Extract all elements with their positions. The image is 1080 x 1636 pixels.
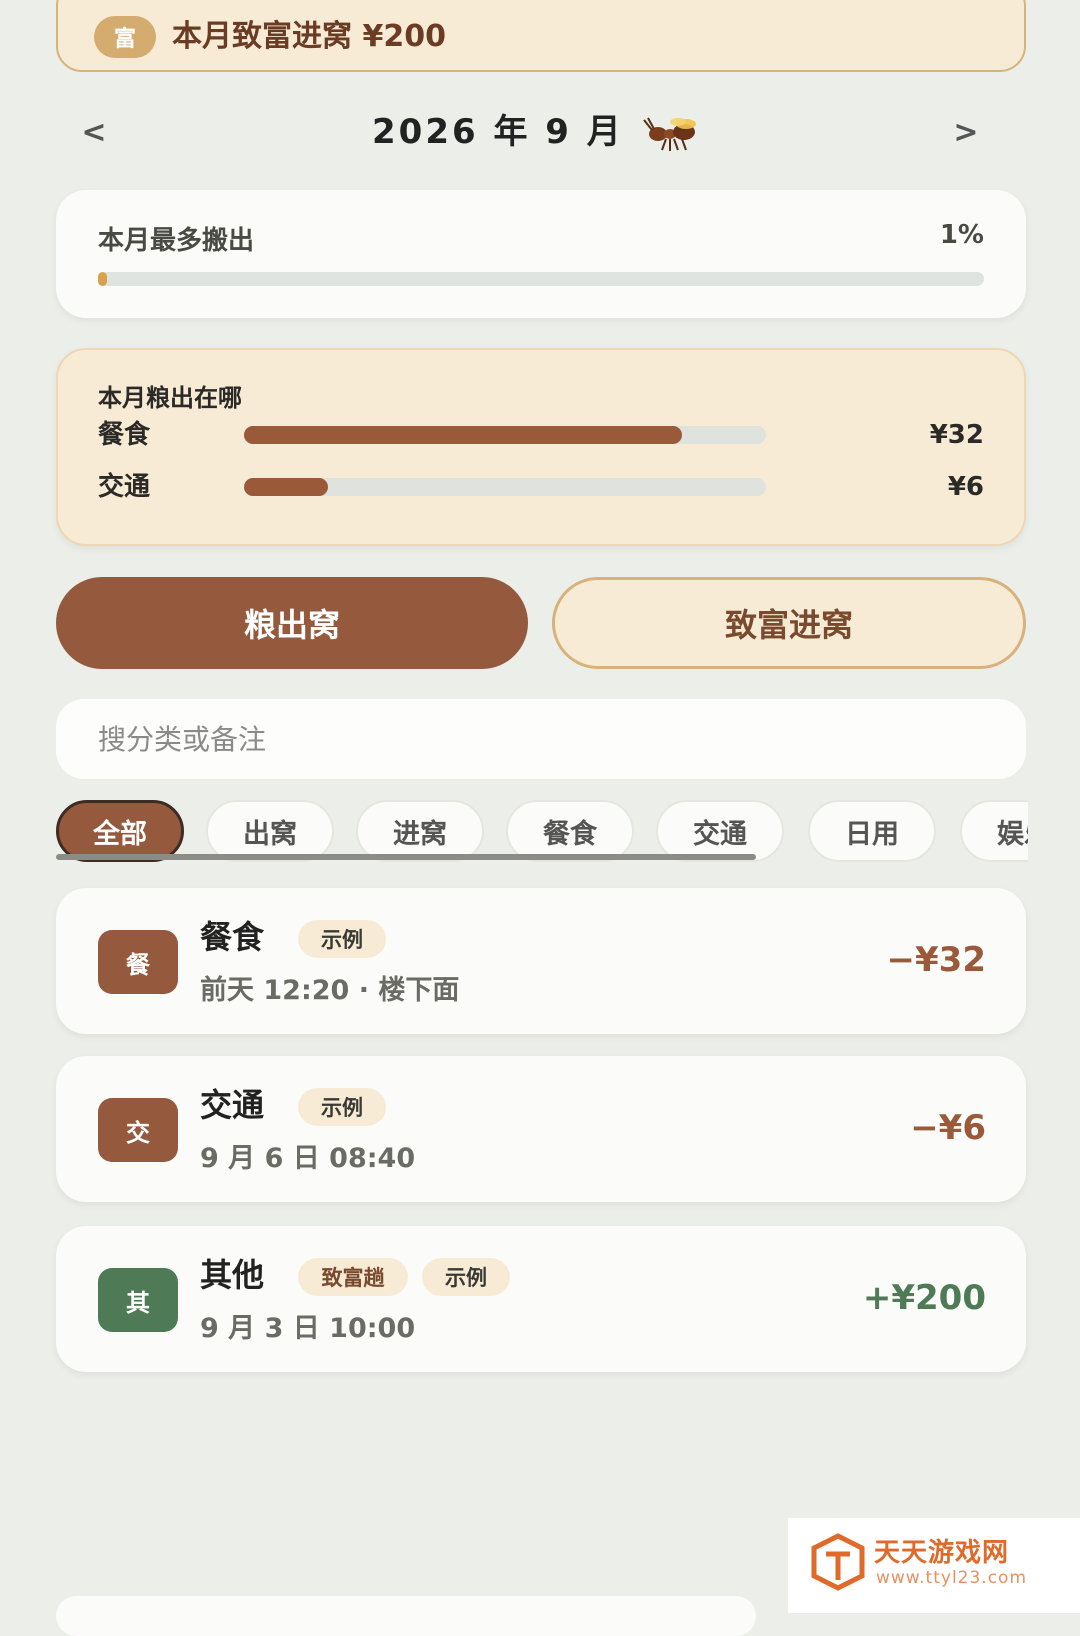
transaction-item[interactable]: 其 其他 致富趟 示例 9 月 3 日 10:00 +¥200 (56, 1226, 1026, 1372)
transaction-amount: +¥200 (862, 1278, 986, 1318)
sample-tag: 示例 (422, 1258, 510, 1296)
chip-entertainment[interactable]: 娱乐 (960, 800, 1028, 862)
wealth-badge: 富 (94, 16, 156, 58)
breakdown-bar-fill (244, 478, 328, 496)
category-icon: 交 (98, 1098, 178, 1162)
chip-scrollbar[interactable] (56, 854, 756, 860)
income-banner: 富 本月致富进窝 ¥200 (56, 0, 1026, 72)
transaction-title: 交通 (200, 1086, 265, 1124)
breakdown-row-label: 餐食 (98, 420, 151, 450)
income-trip-tag: 致富趟 (298, 1258, 408, 1296)
chip-daily[interactable]: 日用 (808, 800, 936, 862)
breakdown-bar-fill (244, 426, 683, 444)
transaction-subtitle: 前天 12:20 · 楼下面 (200, 975, 460, 1006)
watermark-name: 天天游戏网 (874, 1538, 1010, 1568)
top-out-card: 本月最多搬出 1% (56, 190, 1026, 318)
top-out-percent: 1% (939, 220, 984, 250)
chip-transport[interactable]: 交通 (656, 800, 784, 862)
watermark-logo-icon (811, 1533, 865, 1591)
watermark: 天天游戏网 www.ttyl23.com (788, 1518, 1080, 1613)
top-out-label: 本月最多搬出 (98, 226, 255, 256)
transaction-amount: −¥6 (910, 1108, 986, 1148)
month-title: 2026 年 9 月 (372, 112, 624, 152)
chip-out[interactable]: 出窝 (206, 800, 334, 862)
sample-tag: 示例 (298, 1088, 386, 1126)
breakdown-row-label: 交通 (98, 472, 151, 502)
category-icon: 其 (98, 1268, 178, 1332)
breakdown-card: 本月粮出在哪 餐食 ¥32 交通 ¥6 (56, 348, 1026, 546)
breakdown-row-value: ¥6 (947, 472, 984, 502)
chip-in[interactable]: 进窝 (356, 800, 484, 862)
transaction-title: 其他 (200, 1256, 265, 1294)
top-out-progress-track (98, 272, 984, 286)
search-input[interactable] (56, 699, 1026, 779)
prev-month-button[interactable]: < (74, 113, 114, 153)
chip-food[interactable]: 餐食 (506, 800, 634, 862)
breakdown-bar-track (244, 478, 766, 496)
chip-all[interactable]: 全部 (56, 800, 184, 862)
breakdown-title: 本月粮出在哪 (98, 384, 242, 412)
add-income-button[interactable]: 致富进窝 (552, 577, 1026, 669)
transaction-subtitle: 9 月 3 日 10:00 (200, 1313, 416, 1344)
next-card-peek (56, 1596, 756, 1636)
sample-tag: 示例 (298, 920, 386, 958)
breakdown-row-value: ¥32 (929, 420, 984, 450)
next-month-button[interactable]: > (946, 113, 986, 153)
category-icon: 餐 (98, 930, 178, 994)
transaction-subtitle: 9 月 6 日 08:40 (200, 1143, 416, 1174)
top-out-progress-fill (98, 272, 107, 286)
transaction-item[interactable]: 交 交通 示例 9 月 6 日 08:40 −¥6 (56, 1056, 1026, 1202)
transaction-item[interactable]: 餐 餐食 示例 前天 12:20 · 楼下面 −¥32 (56, 888, 1026, 1034)
breakdown-bar-track (244, 426, 766, 444)
transaction-amount: −¥32 (886, 940, 986, 980)
ant-icon (643, 117, 696, 151)
add-expense-button[interactable]: 粮出窝 (56, 577, 528, 669)
transaction-title: 餐食 (200, 918, 265, 956)
watermark-url: www.ttyl23.com (876, 1568, 1028, 1588)
banner-text: 本月致富进窝 ¥200 (172, 19, 446, 54)
